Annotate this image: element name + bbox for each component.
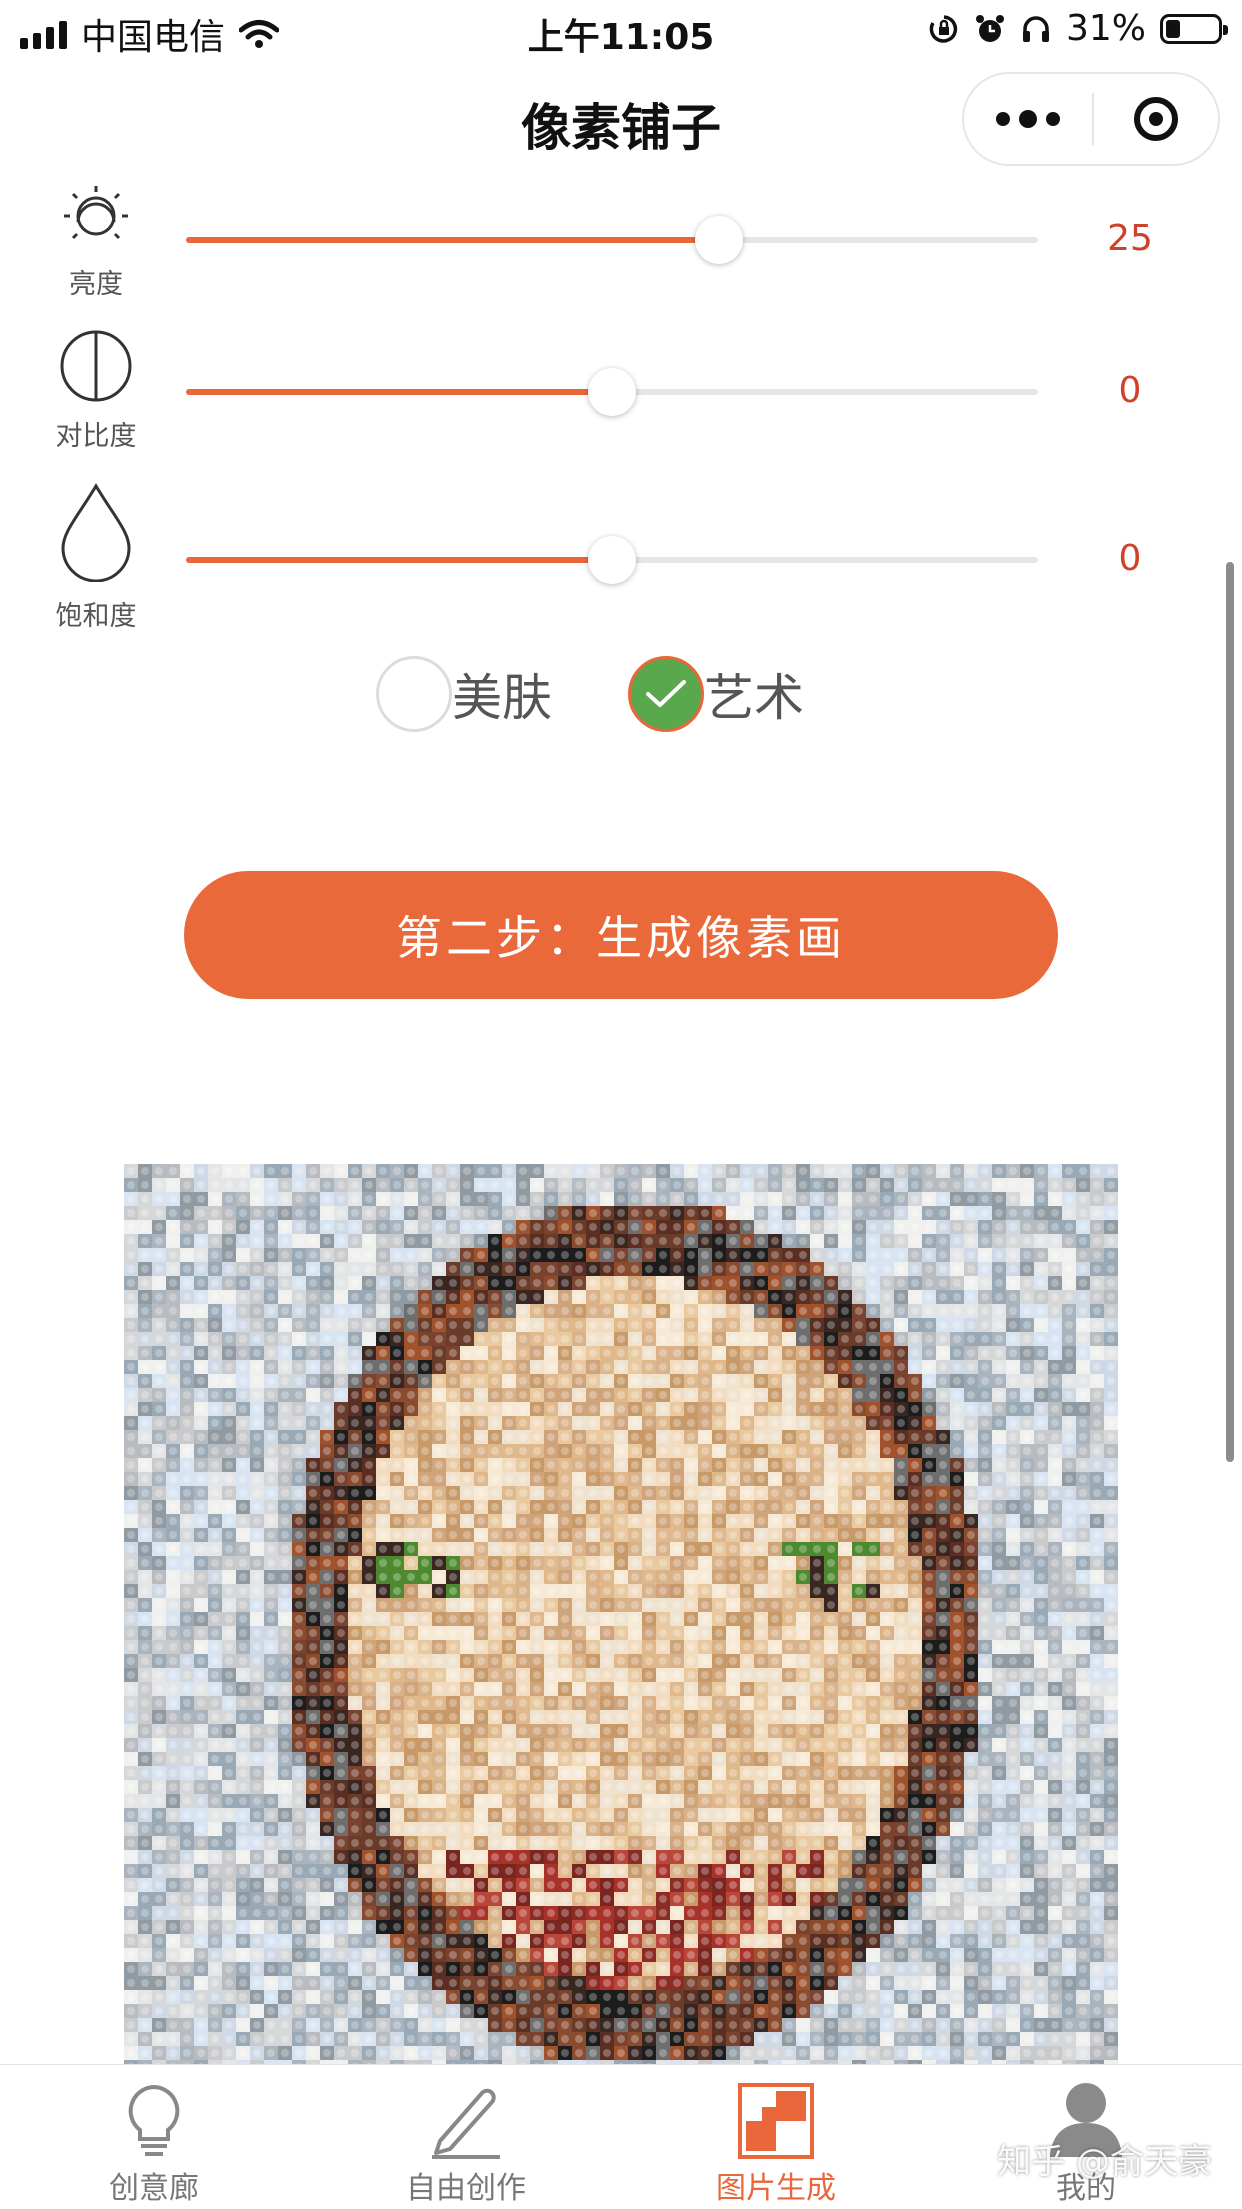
lightbulb-icon [119,2083,189,2159]
art-option-label: 艺术 [704,658,804,730]
more-dot-icon [996,112,1010,126]
brightness-slider[interactable] [186,237,1038,243]
more-dot-icon [1019,110,1037,128]
more-dot-icon [1046,112,1060,126]
brightness-slider-thumb[interactable] [695,216,743,264]
brightness-slider-fill [186,237,719,243]
brightness-label: 亮度 [28,262,164,301]
tab-image-generate[interactable]: 图片生成 [676,2079,876,2207]
contrast-slider-thumb[interactable] [588,368,636,416]
pixel-art-bricks [124,1164,1118,2064]
mini-program-capsule [962,72,1220,166]
battery-icon [1160,14,1222,44]
headphones-icon [1020,13,1052,45]
sun-icon [48,186,144,250]
checkmark-icon [644,678,688,710]
contrast-row: 对比度 0 [0,322,1242,462]
contrast-label: 对比度 [28,414,164,453]
saturation-slider-fill [186,557,612,563]
saturation-slider-thumb[interactable] [588,536,636,584]
rotation-lock-icon [928,13,960,45]
droplet-icon [48,482,144,586]
contrast-slider[interactable] [186,389,1038,395]
tab-image-generate-label: 图片生成 [676,2163,876,2207]
skin-option[interactable]: 美肤 [376,656,552,732]
saturation-label: 饱和度 [28,594,164,633]
pixel-art-image [124,1164,1118,2064]
contrast-icon [48,328,144,408]
art-option[interactable]: 艺术 [628,656,804,732]
tab-gallery-label: 创意廊 [54,2163,254,2207]
pixel-image-icon [738,2083,814,2159]
brightness-value: 25 [1070,218,1190,259]
saturation-slider[interactable] [186,557,1038,563]
saturation-value: 0 [1070,538,1190,579]
saturation-row: 饱和度 0 [0,478,1242,638]
tab-free-create-label: 自由创作 [366,2163,566,2207]
battery-percent: 31% [1066,8,1146,49]
more-menu-button[interactable] [964,74,1092,164]
target-icon [1134,97,1178,141]
contrast-slider-fill [186,389,612,395]
scroll-indicator[interactable] [1226,562,1234,1462]
alarm-icon [974,13,1006,45]
brightness-row: 亮度 25 [0,182,1242,302]
tab-free-create[interactable]: 自由创作 [366,2079,566,2207]
skin-option-label: 美肤 [452,658,552,730]
contrast-value: 0 [1070,370,1190,411]
status-right: 31% [928,8,1222,49]
pixel-art-preview [124,1164,1118,2064]
pencil-icon [426,2083,506,2159]
close-mini-program-button[interactable] [1094,74,1218,164]
tab-gallery[interactable]: 创意廊 [54,2079,254,2207]
nav-bar: 像素铺子 [0,62,1242,182]
watermark: 知乎 @俞天豪 [997,2134,1212,2183]
art-checkbox[interactable] [628,656,704,732]
status-bar: 中国电信 上午11:05 31% [0,0,1242,62]
skin-checkbox[interactable] [376,656,452,732]
generate-pixel-art-button[interactable]: 第二步：生成像素画 [184,871,1058,999]
